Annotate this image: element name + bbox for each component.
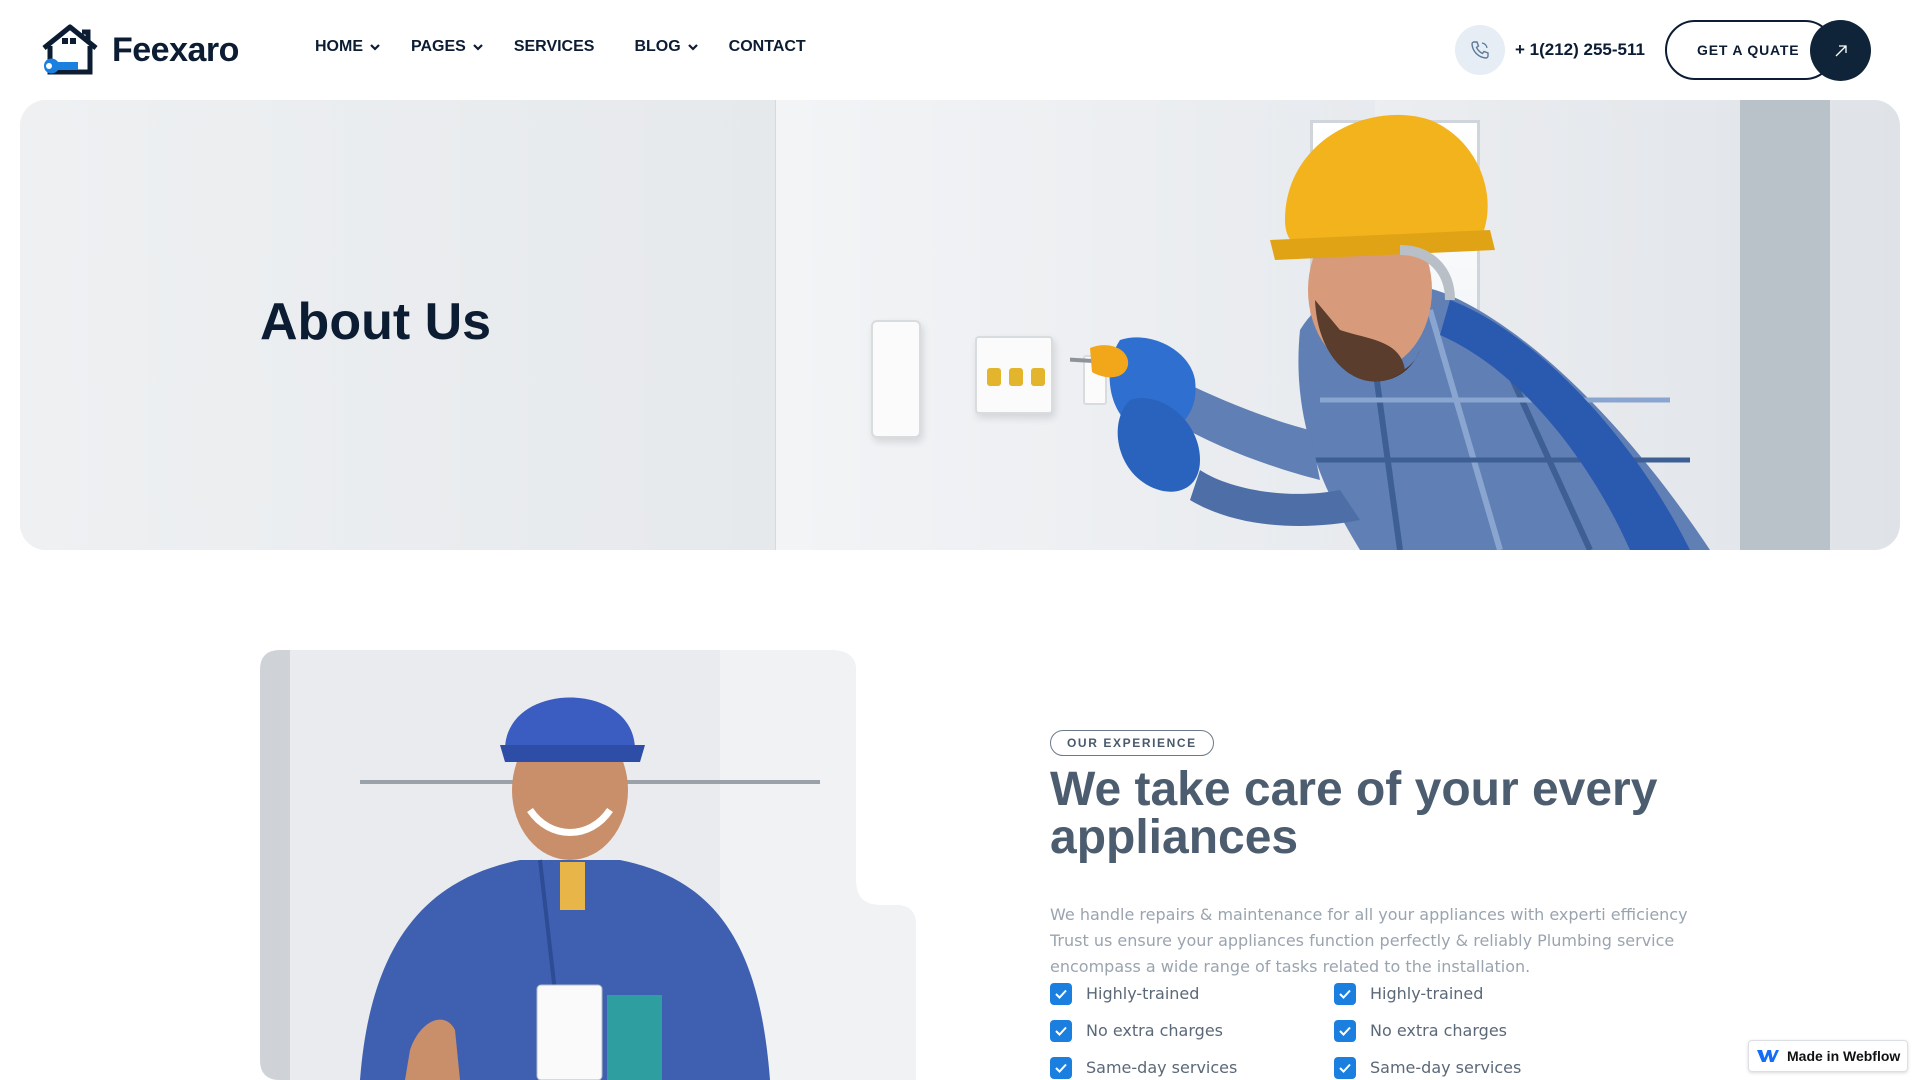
checkbox-checked-icon <box>1050 1056 1072 1079</box>
arrow-up-right-icon <box>1835 44 1847 56</box>
section-headline: We take care of your every appliances <box>1050 763 1658 864</box>
checklist-row: Same-day services Same-day services <box>1050 1049 1650 1080</box>
checklist-item: Highly-trained <box>1334 982 1618 1005</box>
checklist-label: Same-day services <box>1086 1058 1238 1077</box>
phone-icon-circle <box>1455 25 1505 75</box>
brand-logo[interactable]: Feexaro <box>40 24 239 76</box>
nav-item-label: SERVICES <box>513 38 595 55</box>
nav-item-blog[interactable]: BLOG <box>634 38 698 56</box>
nav-item-label: PAGES <box>411 38 466 55</box>
nav-item-label: HOME <box>315 38 363 55</box>
checklist-item: No extra charges <box>1050 1019 1334 1042</box>
nav-item-services[interactable]: SERVICES <box>514 38 595 56</box>
chevron-down-icon <box>687 44 698 51</box>
brand-name: Feexaro <box>112 30 239 69</box>
electrician-illustration <box>1070 114 1710 550</box>
wall-socket <box>975 336 1053 414</box>
made-in-webflow-badge[interactable]: Made in Webflow <box>1748 1040 1908 1072</box>
checklist-label: Highly-trained <box>1370 984 1484 1003</box>
hero-banner: About Us <box>20 100 1900 550</box>
checklist-item: Highly-trained <box>1050 982 1334 1005</box>
checkbox-checked-icon <box>1334 982 1356 1005</box>
checklist-item: No extra charges <box>1334 1019 1618 1042</box>
nav-item-contact[interactable]: CONTACT <box>729 38 806 56</box>
webflow-logo-icon <box>1757 1050 1779 1062</box>
page-title: About Us <box>260 293 492 351</box>
feature-checklist: Highly-trained Highly-trained No extra c… <box>1050 975 1650 1080</box>
nav-item-home[interactable]: HOME <box>315 38 381 56</box>
arrow-circle <box>1810 20 1871 81</box>
checklist-row: Highly-trained Highly-trained <box>1050 975 1650 1012</box>
checklist-item: Same-day services <box>1334 1056 1618 1079</box>
about-content: OUR EXPERIENCE We take care of your ever… <box>1050 730 1690 980</box>
main-nav: HOME PAGES SERVICES BLOG CONTACT <box>315 38 836 56</box>
checklist-label: No extra charges <box>1370 1021 1507 1040</box>
chevron-down-icon <box>370 44 380 51</box>
phone-number: + 1(212) 255-511 <box>1515 40 1645 59</box>
technician-illustration <box>260 650 916 1080</box>
phone-icon <box>1471 41 1489 59</box>
wall-switch <box>871 320 921 438</box>
webflow-badge-label: Made in Webflow <box>1787 1048 1901 1064</box>
nav-item-pages[interactable]: PAGES <box>411 38 484 56</box>
checklist-label: No extra charges <box>1086 1021 1223 1040</box>
nav-item-label: BLOG <box>634 38 681 55</box>
checklist-row: No extra charges No extra charges <box>1050 1012 1650 1049</box>
checkbox-checked-icon <box>1050 982 1072 1005</box>
checkbox-checked-icon <box>1334 1019 1356 1042</box>
section-description: We handle repairs & maintenance for all … <box>1050 905 1688 976</box>
checklist-label: Same-day services <box>1370 1058 1522 1077</box>
technician-photo <box>260 650 916 1080</box>
house-wrench-logo-icon <box>42 24 98 75</box>
checkbox-checked-icon <box>1334 1056 1356 1079</box>
nav-item-label: CONTACT <box>728 38 806 55</box>
get-quote-button[interactable]: GET A QUATE <box>1665 20 1871 81</box>
checklist-item: Same-day services <box>1050 1056 1334 1079</box>
section-badge: OUR EXPERIENCE <box>1050 730 1214 756</box>
phone-contact[interactable]: + 1(212) 255-511 <box>1455 25 1645 75</box>
checkbox-checked-icon <box>1050 1019 1072 1042</box>
site-header: Feexaro HOME PAGES SERVICES BLOG CONTACT <box>0 0 1920 100</box>
checklist-label: Highly-trained <box>1086 984 1200 1003</box>
chevron-down-icon <box>473 44 483 51</box>
